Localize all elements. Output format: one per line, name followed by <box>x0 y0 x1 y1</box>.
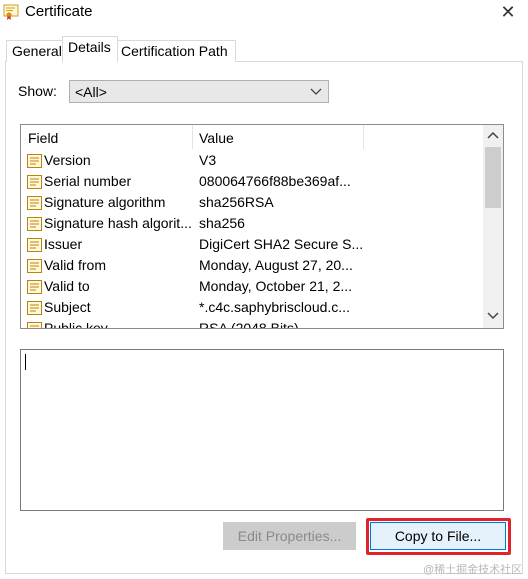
list-item[interactable]: Public key RSA (2048 Bits) <box>21 319 481 329</box>
certificate-field-icon <box>27 196 42 210</box>
field-value-textbox[interactable] <box>20 349 504 511</box>
list-item-field: Public key <box>44 320 108 329</box>
list-item-field: Serial number <box>44 173 132 189</box>
highlight-box <box>366 518 511 555</box>
certificate-icon <box>3 4 19 20</box>
close-button[interactable]: ✕ <box>498 2 518 22</box>
certificate-field-icon <box>27 301 42 315</box>
list-item-field: Subject <box>44 299 91 315</box>
certificate-field-icon <box>27 154 42 168</box>
tab-general[interactable]: General <box>6 40 64 62</box>
list-item[interactable]: Issuer DigiCert SHA2 Secure S... <box>21 235 481 256</box>
chevron-down-icon <box>310 88 322 95</box>
window-title: Certificate <box>25 3 93 20</box>
certificate-field-icon <box>27 280 42 294</box>
list-item-field: Signature hash algorit... <box>44 215 192 231</box>
certificate-field-icon <box>27 259 42 273</box>
certificate-field-icon <box>27 217 42 231</box>
list-item[interactable]: Valid from Monday, August 27, 20... <box>21 256 481 277</box>
list-item-value: *.c4c.saphybriscloud.c... <box>199 299 350 315</box>
text-caret <box>25 354 26 370</box>
list-item[interactable]: Signature algorithm sha256RSA <box>21 193 481 214</box>
column-divider[interactable] <box>363 125 364 149</box>
scroll-up-arrow-icon[interactable] <box>486 129 500 141</box>
certificate-field-icon <box>27 175 42 189</box>
column-header-field[interactable]: Field <box>28 130 58 146</box>
column-header-value[interactable]: Value <box>199 130 234 146</box>
list-item-value: Monday, August 27, 20... <box>199 257 353 273</box>
list-item-value: Monday, October 21, 2... <box>199 278 353 294</box>
show-dropdown-value: <All> <box>75 84 107 100</box>
certificate-field-icon <box>27 322 42 328</box>
list-item-field: Issuer <box>44 236 83 252</box>
tab-details[interactable]: Details <box>62 36 118 62</box>
list-item-value: RSA (2048 Bits) <box>199 320 299 329</box>
show-dropdown[interactable]: <All> <box>69 80 329 103</box>
list-item-value: sha256RSA <box>199 194 274 210</box>
list-item-value: V3 <box>199 152 217 168</box>
certificate-field-icon <box>27 238 42 252</box>
edit-properties-button: Edit Properties... <box>223 522 356 550</box>
field-list[interactable]: Field Value Version V3 Serial number 080064… <box>20 124 504 329</box>
list-item-value: 080064766f88be369af... <box>199 173 351 189</box>
list-item[interactable]: Valid to Monday, October 21, 2... <box>21 277 481 298</box>
tab-certification-path[interactable]: Certification Path <box>115 40 236 62</box>
vertical-scrollbar[interactable] <box>483 125 503 328</box>
list-header: Field Value <box>21 125 481 149</box>
list-item-field: Version <box>44 152 91 168</box>
list-item[interactable]: Serial number 080064766f88be369af... <box>21 172 481 193</box>
list-item-field: Valid to <box>44 278 90 294</box>
scrollbar-thumb[interactable] <box>485 147 501 208</box>
show-label: Show: <box>18 83 57 99</box>
list-item-field: Valid from <box>44 257 106 273</box>
list-item[interactable]: Version V3 <box>21 151 481 172</box>
list-item-value: DigiCert SHA2 Secure S... <box>199 236 364 252</box>
scroll-down-arrow-icon[interactable] <box>486 310 500 322</box>
title-bar: Certificate ✕ <box>0 0 528 26</box>
list-item-field: Signature algorithm <box>44 194 166 210</box>
column-divider[interactable] <box>192 125 193 149</box>
list-item-value: sha256 <box>199 215 245 231</box>
list-item[interactable]: Signature hash algorit... sha256 <box>21 214 481 235</box>
list-item[interactable]: Subject *.c4c.saphybriscloud.c... <box>21 298 481 319</box>
watermark: @稀土掘金技术社区 <box>423 564 523 576</box>
